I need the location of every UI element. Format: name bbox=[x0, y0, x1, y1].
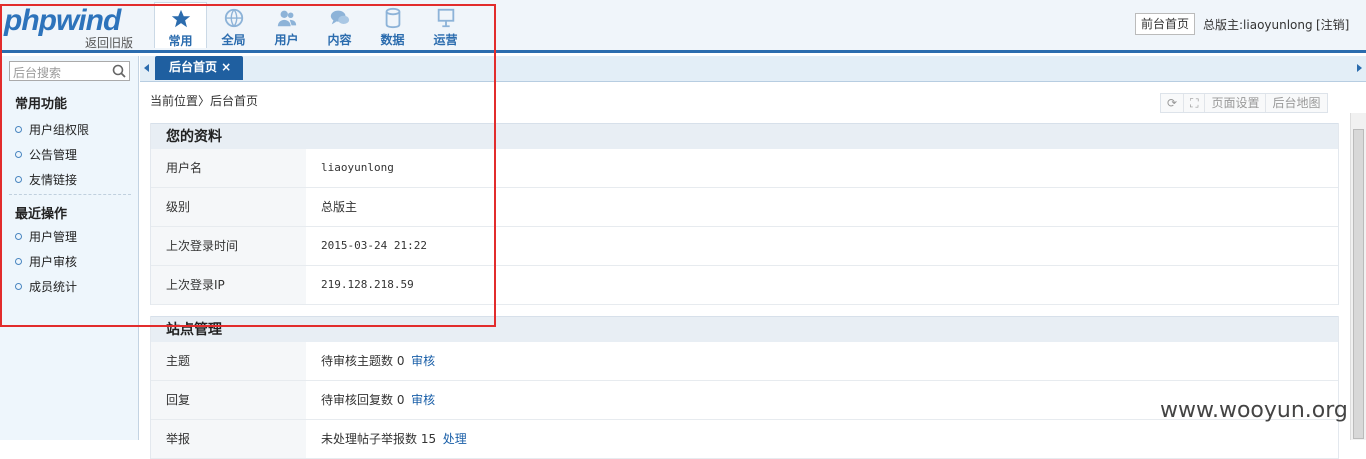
tab-scroll-right-icon[interactable] bbox=[1357, 64, 1362, 72]
row-value: 未处理帖子举报数 15 bbox=[321, 432, 437, 446]
site-row: 主题 待审核主题数 0 审核 bbox=[151, 342, 1338, 381]
row-value: 待审核回复数 0 bbox=[321, 393, 405, 407]
front-page-button[interactable]: 前台首页 bbox=[1135, 13, 1195, 35]
page-settings-button[interactable]: 页面设置 bbox=[1205, 94, 1267, 112]
site-map-button[interactable]: 后台地图 bbox=[1266, 94, 1326, 112]
logout-link[interactable]: [注销] bbox=[1316, 16, 1349, 33]
admin-label: 总版主:liaoyunlong bbox=[1203, 18, 1313, 32]
watermark: www.wooyun.org bbox=[1160, 398, 1348, 423]
row-label: 举报 bbox=[151, 420, 306, 458]
page-toolbar: ⟳ ⛶ 页面设置 后台地图 bbox=[1160, 93, 1328, 113]
site-management-panel: 站点管理 主题 待审核主题数 0 审核 回复 待审核回复数 0 审核 举报 未处理帖子… bbox=[150, 316, 1339, 459]
vertical-scrollbar[interactable] bbox=[1350, 113, 1366, 440]
scrollbar-thumb[interactable] bbox=[1353, 129, 1364, 439]
row-label: 回复 bbox=[151, 381, 306, 419]
review-topics-link[interactable]: 审核 bbox=[411, 354, 435, 368]
review-replies-link[interactable]: 审核 bbox=[411, 393, 435, 407]
row-label: 主题 bbox=[151, 342, 306, 380]
fullscreen-icon[interactable]: ⛶ bbox=[1184, 94, 1206, 112]
handle-reports-link[interactable]: 处理 bbox=[443, 432, 467, 446]
row-value: 待审核主题数 0 bbox=[321, 354, 405, 368]
highlight-box bbox=[0, 4, 496, 327]
refresh-icon[interactable]: ⟳ bbox=[1161, 94, 1185, 112]
